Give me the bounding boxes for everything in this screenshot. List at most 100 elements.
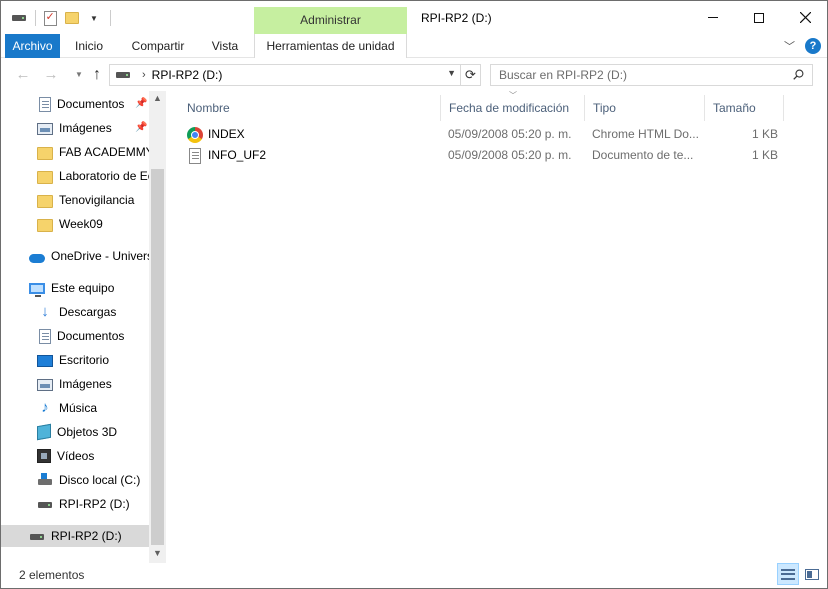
- details-view-button[interactable]: [777, 563, 799, 585]
- sidebar-item-label: Descargas: [59, 305, 117, 319]
- pictures-icon: [37, 123, 53, 135]
- local-disk-icon: [37, 473, 53, 489]
- tab-vista[interactable]: Vista: [203, 34, 247, 58]
- back-button[interactable]: ←: [13, 66, 33, 84]
- sidebar-item-label: Disco local (C:): [59, 473, 141, 487]
- sidebar-scroll-thumb[interactable]: [151, 169, 164, 545]
- sidebar-item-este-equipo[interactable]: Este equipo: [1, 277, 149, 299]
- column-header-type[interactable]: Tipo: [584, 95, 704, 121]
- address-field[interactable]: › RPI-RP2 (D:) ▼: [109, 64, 461, 86]
- column-header-date[interactable]: Fecha de modificación: [440, 95, 584, 121]
- sidebar-item-label: Documentos: [57, 329, 125, 343]
- sidebar-item-imagenes[interactable]: Imágenes: [1, 373, 149, 395]
- videos-icon: [37, 449, 51, 463]
- new-folder-icon[interactable]: [64, 10, 80, 26]
- refresh-button[interactable]: ⟳: [461, 64, 481, 86]
- recent-locations-dropdown-icon[interactable]: ▼: [69, 66, 89, 84]
- sidebar-item-fab-academmy[interactable]: FAB ACADEMMY: [1, 141, 149, 163]
- sidebar-item-label: Música: [59, 401, 98, 415]
- sidebar-item-label: Tenovigilancia: [59, 193, 135, 207]
- file-date: 05/09/2008 05:20 p. m.: [448, 148, 572, 162]
- sidebar-item-label: Este equipo: [51, 281, 115, 295]
- this-pc-icon: [29, 283, 45, 297]
- forward-button[interactable]: →: [41, 66, 61, 84]
- documents-icon: [39, 96, 51, 112]
- close-button[interactable]: [782, 1, 827, 34]
- up-button[interactable]: ↑: [87, 66, 107, 84]
- column-header-size[interactable]: Tamaño: [704, 95, 784, 121]
- file-type: Chrome HTML Do...: [592, 127, 699, 141]
- sidebar-item-label: Laboratorio de Ec: [59, 169, 149, 183]
- address-history-dropdown-icon[interactable]: ▼: [447, 68, 456, 78]
- music-icon: ♪: [41, 399, 49, 416]
- file-size: 1 KB: [751, 148, 778, 162]
- sidebar-item-imagenes-pinned[interactable]: Imágenes 📌: [1, 117, 149, 139]
- sidebar-item-disco-local-c[interactable]: Disco local (C:): [1, 469, 149, 491]
- drive-icon: [116, 72, 130, 78]
- search-box[interactable]: [490, 64, 813, 86]
- window-title: RPI-RP2 (D:): [421, 11, 492, 25]
- sidebar-item-descargas[interactable]: ↓ Descargas: [1, 301, 149, 323]
- file-type: Documento de te...: [592, 148, 694, 162]
- sidebar-item-tenovigilancia[interactable]: Tenovigilancia: [1, 189, 149, 211]
- sidebar-item-label: RPI-RP2 (D:): [59, 497, 130, 511]
- toolbar-separator: [35, 10, 36, 26]
- large-icons-view-icon: [805, 568, 819, 580]
- customize-toolbar-dropdown-icon[interactable]: ▼: [86, 10, 102, 26]
- file-row-info-uf2[interactable]: INFO_UF2 05/09/2008 05:20 p. m. Document…: [179, 145, 789, 166]
- sidebar-item-musica[interactable]: ♪ Música: [1, 397, 149, 419]
- 3d-objects-icon: [37, 423, 51, 441]
- sidebar-item-label: Imágenes: [59, 377, 112, 391]
- maximize-button[interactable]: [736, 1, 782, 34]
- sidebar-item-rpi-rp2-d[interactable]: RPI-RP2 (D:): [1, 493, 149, 515]
- minimize-button[interactable]: [690, 1, 736, 34]
- search-icon[interactable]: [793, 69, 804, 80]
- sidebar-item-rpi-rp2-d-root[interactable]: RPI-RP2 (D:): [1, 525, 149, 547]
- ribbon-tabs: Archivo Inicio Compartir Vista Herramien…: [1, 34, 827, 58]
- navigation-pane: Documentos 📌 Imágenes 📌 FAB ACADEMMY Lab…: [1, 91, 166, 563]
- sidebar-item-documentos[interactable]: Documentos: [1, 325, 149, 347]
- desktop-icon: [37, 355, 53, 367]
- tab-compartir[interactable]: Compartir: [125, 34, 191, 58]
- tab-archivo[interactable]: Archivo: [5, 34, 60, 58]
- breadcrumb-current[interactable]: RPI-RP2 (D:): [152, 68, 223, 82]
- sidebar-item-documentos-pinned[interactable]: Documentos 📌: [1, 93, 149, 115]
- column-header-name[interactable]: Nombre: [179, 95, 441, 121]
- scroll-down-arrow-icon[interactable]: ▼: [149, 548, 166, 558]
- file-name: INFO_UF2: [208, 148, 267, 162]
- sidebar-item-label: Week09: [59, 217, 103, 231]
- file-size: 1 KB: [751, 127, 778, 141]
- scroll-up-arrow-icon[interactable]: ▲: [149, 93, 166, 103]
- file-name: INDEX: [208, 127, 245, 141]
- file-row-index[interactable]: INDEX 05/09/2008 05:20 p. m. Chrome HTML…: [179, 124, 789, 145]
- pin-icon: 📌: [135, 122, 148, 133]
- chrome-html-icon: [187, 127, 203, 143]
- sidebar-item-laboratorio[interactable]: Laboratorio de Ec: [1, 165, 149, 187]
- context-group-label: Administrar: [300, 13, 361, 27]
- quick-access-toolbar: ▼: [11, 9, 117, 27]
- sidebar-item-objetos-3d[interactable]: Objetos 3D: [1, 421, 149, 443]
- sidebar-item-label: Escritorio: [59, 353, 110, 367]
- search-input[interactable]: [491, 65, 771, 85]
- sidebar-item-escritorio[interactable]: Escritorio: [1, 349, 149, 371]
- breadcrumb-chevron-icon[interactable]: ›: [142, 69, 146, 81]
- sidebar-item-label: Objetos 3D: [57, 425, 118, 439]
- sidebar-item-label: RPI-RP2 (D:): [51, 529, 122, 543]
- toolbar-separator: [110, 10, 111, 26]
- expand-ribbon-chevron-icon[interactable]: ﹀: [784, 38, 795, 54]
- context-tab-group: Administrar: [254, 7, 407, 34]
- properties-icon[interactable]: [42, 10, 58, 26]
- drive-icon: [11, 10, 27, 26]
- tab-herramientas-de-unidad[interactable]: Herramientas de unidad: [254, 34, 407, 58]
- sidebar-item-week09[interactable]: Week09: [1, 213, 149, 235]
- folder-icon: [37, 146, 53, 160]
- sidebar-item-videos[interactable]: Vídeos: [1, 445, 149, 467]
- sidebar-item-onedrive[interactable]: OneDrive - Univers: [1, 245, 149, 267]
- help-icon[interactable]: ?: [805, 38, 821, 54]
- tab-inicio[interactable]: Inicio: [66, 34, 112, 58]
- folder-icon: [37, 194, 53, 208]
- sidebar-item-label: OneDrive - Univers: [51, 249, 149, 263]
- file-date: 05/09/2008 05:20 p. m.: [448, 127, 572, 141]
- usb-drive-icon: [37, 496, 53, 512]
- large-icons-view-button[interactable]: [801, 563, 823, 585]
